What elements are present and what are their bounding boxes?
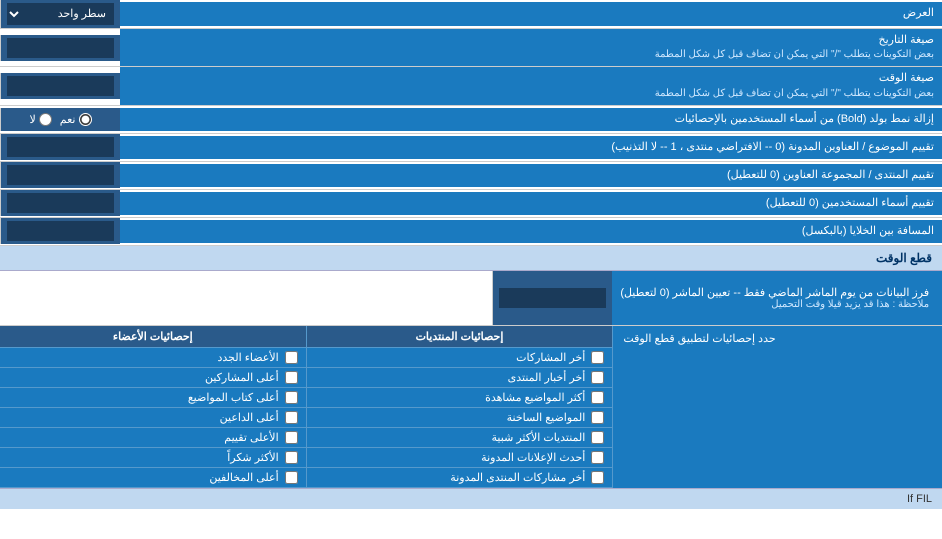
- bold-label: إزالة نمط بولد (Bold) من أسماء المستخدمي…: [120, 108, 942, 131]
- user-names-input-cell: 0: [0, 190, 120, 216]
- cutoff-input[interactable]: 0: [499, 288, 606, 308]
- time-format-label: صيغة الوقت بعض التكوينات يتطلب "/" التي …: [120, 67, 942, 104]
- stats-col2-checkbox-4[interactable]: [285, 431, 298, 444]
- stats-col2-checkbox-3[interactable]: [285, 411, 298, 424]
- bold-radio-cell: نعم لا: [0, 108, 120, 131]
- forum-order-label: تقييم المنتدى / المجموعة العناوين (0 للت…: [120, 164, 942, 187]
- stats-col1-checkbox-4[interactable]: [591, 431, 604, 444]
- cutoff-row: فرز البيانات من يوم الماشر الماضي فقط --…: [0, 271, 942, 326]
- bold-radio-group: نعم لا: [22, 111, 100, 128]
- time-format-input-cell: H:i: [0, 73, 120, 99]
- bold-yes-label[interactable]: نعم: [60, 113, 92, 126]
- date-format-row: صيغة التاريخ بعض التكوينات يتطلب "/" الت…: [0, 29, 942, 67]
- stats-col2-item-3: أعلى الداعين: [0, 408, 306, 428]
- distance-label: المسافة بين الخلايا (بالبكسل): [120, 220, 942, 243]
- bold-yes-radio[interactable]: [79, 113, 92, 126]
- bottom-hint: If FIL: [0, 488, 942, 509]
- display-select[interactable]: سطر واحد سطران ثلاثة أسطر: [7, 3, 114, 25]
- topic-order-row: تقييم الموضوع / العناوين المدونة (0 -- ا…: [0, 134, 942, 162]
- user-names-row: تقييم أسماء المستخدمين (0 للتعطيل) 0: [0, 190, 942, 218]
- date-format-label: صيغة التاريخ بعض التكوينات يتطلب "/" الت…: [120, 29, 942, 66]
- stats-col1-item-4: المنتديات الأكثر شبية: [307, 428, 613, 448]
- stats-col2: إحصائيات الأعضاء الأعضاء الجدد أعلى المش…: [0, 326, 306, 488]
- topic-order-input[interactable]: 33: [7, 137, 114, 157]
- topic-order-input-cell: 33: [0, 134, 120, 160]
- cutoff-label: فرز البيانات من يوم الماشر الماضي فقط --…: [612, 271, 942, 325]
- forum-order-input[interactable]: 33: [7, 165, 114, 185]
- bold-no-radio[interactable]: [39, 113, 52, 126]
- bold-row: إزالة نمط بولد (Bold) من أسماء المستخدمي…: [0, 106, 942, 134]
- stats-section: حدد إحصائيات لتطبيق قطع الوقت إحصائيات ا…: [0, 326, 942, 488]
- stats-col1-item-0: أخر المشاركات: [307, 348, 613, 368]
- distance-input-cell: 2: [0, 218, 120, 244]
- date-format-input[interactable]: d-m: [7, 38, 114, 58]
- stats-col2-checkbox-0[interactable]: [285, 351, 298, 364]
- display-row: العرض سطر واحد سطران ثلاثة أسطر: [0, 0, 942, 29]
- time-format-input[interactable]: H:i: [7, 76, 114, 96]
- stats-col2-item-0: الأعضاء الجدد: [0, 348, 306, 368]
- topic-order-label: تقييم الموضوع / العناوين المدونة (0 -- ا…: [120, 136, 942, 159]
- stats-col2-checkbox-6[interactable]: [285, 471, 298, 484]
- stats-col1-item-5: أحدث الإعلانات المدونة: [307, 448, 613, 468]
- user-names-input[interactable]: 0: [7, 193, 114, 213]
- stats-col2-body: الأعضاء الجدد أعلى المشاركين أعلى كتاب ا…: [0, 348, 306, 488]
- stats-col2-item-6: أعلى المخالفين: [0, 468, 306, 488]
- cutoff-section-header: قطع الوقت: [0, 246, 942, 271]
- bold-no-label[interactable]: لا: [30, 113, 52, 126]
- stats-col2-header: إحصائيات الأعضاء: [0, 326, 306, 348]
- stats-col1-checkbox-2[interactable]: [591, 391, 604, 404]
- stats-col2-checkbox-1[interactable]: [285, 371, 298, 384]
- stats-col1-checkbox-1[interactable]: [591, 371, 604, 384]
- display-input-cell: سطر واحد سطران ثلاثة أسطر: [0, 0, 120, 28]
- stats-col1-item-2: أكثر المواضيع مشاهدة: [307, 388, 613, 408]
- time-format-row: صيغة الوقت بعض التكوينات يتطلب "/" التي …: [0, 67, 942, 105]
- stats-col2-checkbox-2[interactable]: [285, 391, 298, 404]
- stats-col2-item-5: الأكثر شكراً: [0, 448, 306, 468]
- forum-order-row: تقييم المنتدى / المجموعة العناوين (0 للت…: [0, 162, 942, 190]
- stats-col2-item-1: أعلى المشاركين: [0, 368, 306, 388]
- stats-col1-header: إحصائيات المنتديات: [307, 326, 613, 348]
- stats-col2-item-4: الأعلى تقييم: [0, 428, 306, 448]
- stats-col1-item-1: أخر أخبار المنتدى: [307, 368, 613, 388]
- distance-row: المسافة بين الخلايا (بالبكسل) 2: [0, 218, 942, 246]
- stats-col1-checkbox-3[interactable]: [591, 411, 604, 424]
- stats-col1-checkbox-6[interactable]: [591, 471, 604, 484]
- user-names-label: تقييم أسماء المستخدمين (0 للتعطيل): [120, 192, 942, 215]
- stats-col1-body: أخر المشاركات أخر أخبار المنتدى أكثر الم…: [307, 348, 613, 488]
- stats-col1-checkbox-0[interactable]: [591, 351, 604, 364]
- stats-col1-item-3: المواضيع الساخنة: [307, 408, 613, 428]
- distance-input[interactable]: 2: [7, 221, 114, 241]
- stats-col2-checkbox-5[interactable]: [285, 451, 298, 464]
- stats-col1-checkbox-5[interactable]: [591, 451, 604, 464]
- cutoff-input-cell: 0: [492, 271, 612, 325]
- stats-col2-item-2: أعلى كتاب المواضيع: [0, 388, 306, 408]
- stats-limit-label: حدد إحصائيات لتطبيق قطع الوقت: [612, 326, 942, 488]
- stats-col1: إحصائيات المنتديات أخر المشاركات أخر أخب…: [306, 326, 613, 488]
- display-label: العرض: [120, 2, 942, 25]
- forum-order-input-cell: 33: [0, 162, 120, 188]
- date-format-input-cell: d-m: [0, 35, 120, 61]
- stats-col1-item-6: أخر مشاركات المنتدى المدونة: [307, 468, 613, 488]
